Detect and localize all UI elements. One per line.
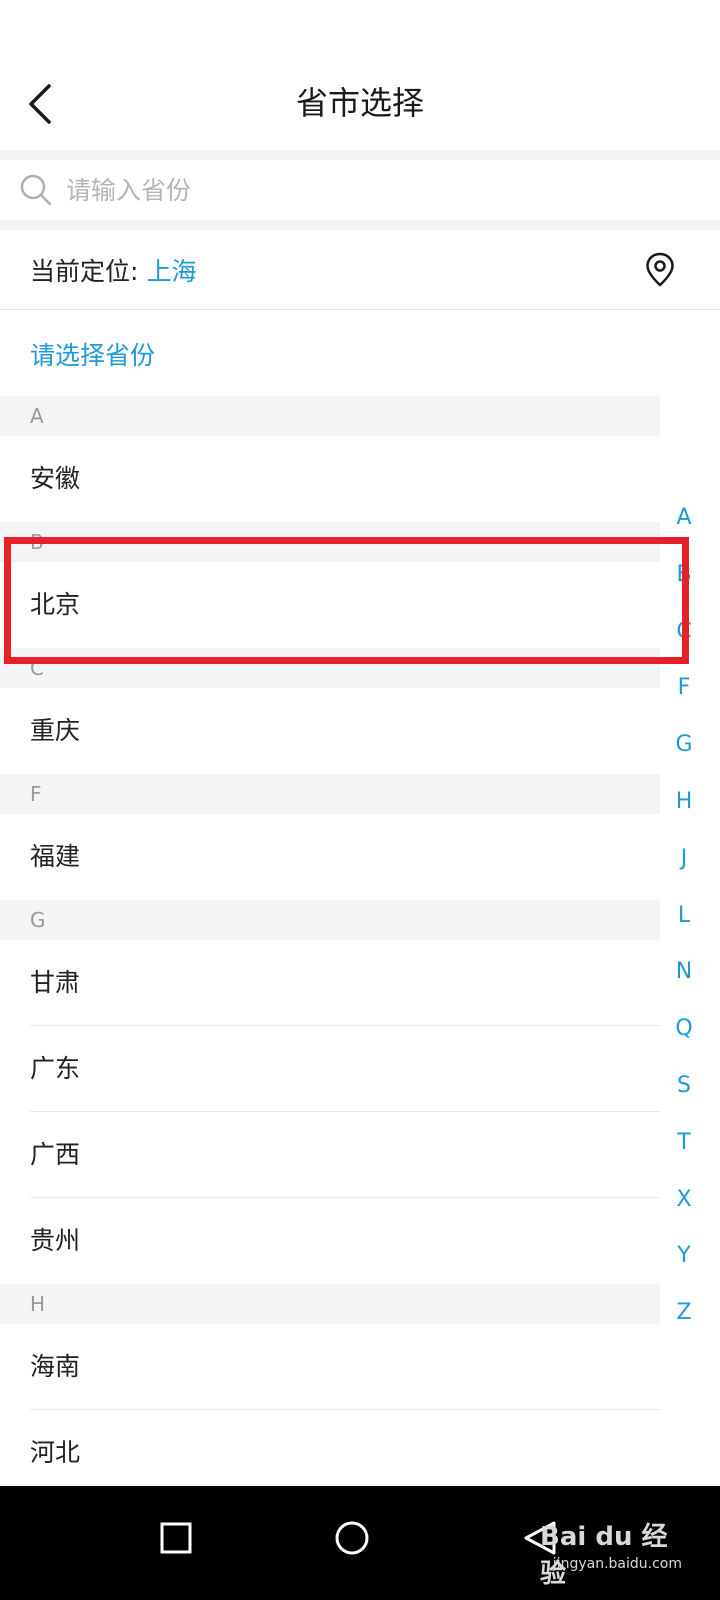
home-button[interactable] — [322, 1508, 382, 1568]
current-location-row[interactable]: 当前定位: 上海 — [0, 230, 720, 310]
search-box[interactable] — [0, 160, 720, 220]
province-item-selected[interactable]: 北京 — [0, 562, 660, 648]
current-location-label: 当前定位: — [30, 256, 139, 286]
index-letter-s[interactable]: S — [664, 1058, 704, 1115]
province-item[interactable]: 广东 — [0, 1026, 660, 1112]
square-icon — [160, 1522, 192, 1554]
index-letter-y[interactable]: Y — [664, 1228, 704, 1285]
province-item[interactable]: 广西 — [0, 1112, 660, 1198]
index-letter-c[interactable]: C — [664, 604, 704, 661]
index-letter-q[interactable]: Q — [664, 1001, 704, 1058]
group-header-g: G — [0, 900, 660, 940]
alphabet-index-bar[interactable]: A B C F G H J L N Q S T X Y Z — [664, 490, 704, 1342]
province-item[interactable]: 甘肃 — [0, 940, 660, 1026]
index-letter-a[interactable]: A — [664, 490, 704, 547]
group-header-h: H — [0, 1284, 660, 1324]
circle-icon — [335, 1521, 369, 1555]
watermark-url: jingyan.baidu.com — [552, 1556, 682, 1572]
index-letter-g[interactable]: G — [664, 717, 704, 774]
page-title: 省市选择 — [295, 84, 424, 122]
province-item[interactable]: 安徽 — [0, 436, 660, 522]
app-header: 省市选择 — [0, 0, 720, 150]
province-item[interactable]: 海南 — [0, 1324, 660, 1410]
index-letter-n[interactable]: N — [664, 944, 704, 1001]
province-item[interactable]: 重庆 — [0, 688, 660, 774]
baidu-watermark: Bai du 经验 jingyan.baidu.com — [540, 1496, 710, 1589]
index-letter-x[interactable]: X — [664, 1172, 704, 1229]
search-icon — [16, 170, 56, 210]
index-letter-f[interactable]: F — [664, 660, 704, 717]
province-item[interactable]: 贵州 — [0, 1198, 660, 1284]
map-pin-icon[interactable] — [640, 250, 680, 290]
group-header-c: C — [0, 648, 660, 688]
current-location-city[interactable]: 上海 — [146, 252, 196, 288]
group-header-b: B — [0, 522, 660, 562]
index-letter-t[interactable]: T — [664, 1115, 704, 1172]
group-header-f: F — [0, 774, 660, 814]
select-province-prompt: 请选择省份 — [30, 341, 156, 370]
recent-apps-button[interactable] — [146, 1508, 206, 1568]
group-header-a: A — [0, 396, 660, 436]
index-letter-l[interactable]: L — [664, 888, 704, 945]
watermark-brand: Bai du 经验 — [540, 1522, 668, 1589]
index-letter-h[interactable]: H — [664, 774, 704, 831]
system-navigation-bar: Bai du 经验 jingyan.baidu.com — [0, 1486, 720, 1600]
index-letter-b[interactable]: B — [664, 547, 704, 604]
search-bar — [0, 150, 720, 230]
index-letter-j[interactable]: J — [664, 831, 704, 888]
province-item[interactable]: 河北 — [0, 1410, 660, 1496]
province-item[interactable]: 福建 — [0, 814, 660, 900]
index-letter-z[interactable]: Z — [664, 1285, 704, 1342]
search-input[interactable] — [66, 175, 666, 205]
province-list: A 安徽 B 北京 C 重庆 F 福建 G 甘肃 广东 广西 贵州 H 海南 河… — [0, 396, 660, 1496]
